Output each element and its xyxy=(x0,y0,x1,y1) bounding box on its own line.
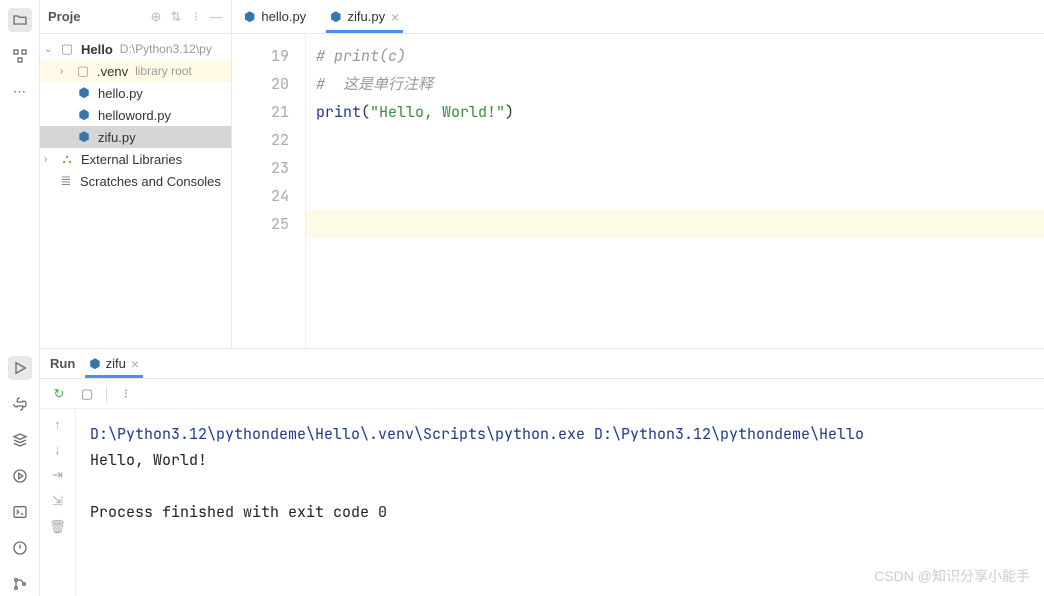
line-number: 20 xyxy=(240,70,289,98)
line-number: 25 xyxy=(240,210,289,238)
console-stdout: Hello, World! xyxy=(90,447,1030,473)
structure-tool-button[interactable] xyxy=(8,44,32,68)
line-number: 21 xyxy=(240,98,289,126)
down-icon[interactable]: ↓ xyxy=(54,442,61,457)
tree-file[interactable]: ⬢ helloword.py xyxy=(40,104,231,126)
tree-label: .venv xyxy=(97,64,128,79)
scroll-icon[interactable]: ⇲ xyxy=(52,493,63,509)
line-number: 23 xyxy=(240,154,289,182)
tab-label: hello.py xyxy=(261,9,306,24)
console-exit: Process finished with exit code 0 xyxy=(90,499,1030,525)
tab-label: zifu.py xyxy=(348,9,386,24)
library-icon: ⛬ xyxy=(59,151,75,167)
terminal-button[interactable] xyxy=(8,500,32,524)
locate-icon[interactable]: ⊕ xyxy=(149,9,163,25)
hide-icon[interactable]: — xyxy=(209,9,223,25)
console-output[interactable]: D:\Python3.12\pythondeme\Hello\.venv\Scr… xyxy=(76,409,1044,596)
wrap-icon[interactable]: ⇥ xyxy=(52,467,63,483)
python-file-icon: ⬢ xyxy=(76,129,92,145)
current-line-highlight xyxy=(306,210,1044,238)
debug-run-button[interactable] xyxy=(8,464,32,488)
folder-icon: ▢ xyxy=(59,41,75,57)
run-tabs: Run ⬢ zifu × xyxy=(40,349,1044,379)
chevron-right-icon: › xyxy=(44,154,56,165)
tree-venv[interactable]: › ▢ .venv library root xyxy=(40,60,231,82)
python-file-icon: ⬢ xyxy=(76,85,92,101)
tree-scratches[interactable]: ≣ Scratches and Consoles xyxy=(40,170,231,192)
separator xyxy=(106,386,107,402)
trash-icon[interactable]: 🗑 xyxy=(49,519,66,535)
tree-external-libs[interactable]: › ⛬ External Libraries xyxy=(40,148,231,170)
tree-label: zifu.py xyxy=(98,130,136,145)
services-button[interactable] xyxy=(8,428,32,452)
tree-file[interactable]: ⬢ hello.py xyxy=(40,82,231,104)
up-icon[interactable]: ↑ xyxy=(54,417,61,432)
run-panel: Run ⬢ zifu × ↻ ▢ ⁝ ↑ ↓ ⇥ ⇲ 🗑 D:\Python3.… xyxy=(40,348,1044,596)
tree-path: D:\Python3.12\py xyxy=(120,42,212,56)
console-gutter: ↑ ↓ ⇥ ⇲ 🗑 xyxy=(40,409,76,596)
line-number: 19 xyxy=(240,42,289,70)
python-file-icon: ⬢ xyxy=(89,356,100,372)
close-icon[interactable]: × xyxy=(391,9,399,25)
code-paren: ) xyxy=(505,102,514,122)
tab-hello[interactable]: ⬢ hello.py xyxy=(232,0,318,33)
tree-label: helloword.py xyxy=(98,108,171,123)
run-tool-button[interactable] xyxy=(8,356,32,380)
stop-button[interactable]: ▢ xyxy=(78,385,96,403)
code-editor[interactable]: 19 20 21 22 23 24 25 # print(c) # 这是单行注释… xyxy=(232,34,1044,348)
main-area: Proje ⊕ ⇅ ⁝ — ⌄ ▢ Hello D:\Python3.12\py… xyxy=(40,0,1044,596)
vcs-button[interactable] xyxy=(8,572,32,596)
line-number: 24 xyxy=(240,182,289,210)
collapse-icon[interactable]: ⁝ xyxy=(189,9,203,25)
code-comment: # print(c) xyxy=(316,46,406,66)
console-command: D:\Python3.12\pythondeme\Hello\.venv\Scr… xyxy=(90,421,1030,447)
console-blank xyxy=(90,473,1030,499)
problems-button[interactable] xyxy=(8,536,32,560)
line-number: 22 xyxy=(240,126,289,154)
line-gutter: 19 20 21 22 23 24 25 xyxy=(232,34,306,348)
python-file-icon: ⬢ xyxy=(330,9,341,25)
chevron-right-icon: › xyxy=(60,66,72,77)
editor-area: ⬢ hello.py ⬢ zifu.py × 19 20 21 22 23 24 xyxy=(232,0,1044,348)
run-tab-zifu[interactable]: ⬢ zifu × xyxy=(89,349,139,378)
tree-label: Scratches and Consoles xyxy=(80,174,221,189)
scratches-icon: ≣ xyxy=(58,173,74,189)
project-tree: ⌄ ▢ Hello D:\Python3.12\py › ▢ .venv lib… xyxy=(40,34,231,196)
code-comment: # 这是单行注释 xyxy=(316,74,433,94)
project-header: Proje ⊕ ⇅ ⁝ — xyxy=(40,0,231,34)
code-string: "Hello, World!" xyxy=(370,102,505,122)
more-tool-button[interactable]: ⋯ xyxy=(8,80,32,104)
tab-zifu[interactable]: ⬢ zifu.py × xyxy=(318,0,411,33)
code-content[interactable]: # print(c) # 这是单行注释 print("Hello, World!… xyxy=(306,34,1044,348)
close-icon[interactable]: × xyxy=(131,356,139,372)
tree-label: hello.py xyxy=(98,86,143,101)
tree-hint: library root xyxy=(135,64,192,78)
python-file-icon: ⬢ xyxy=(76,107,92,123)
chevron-down-icon: ⌄ xyxy=(44,44,56,55)
run-title: Run xyxy=(50,356,75,371)
code-func: print xyxy=(316,102,361,122)
left-tool-rail: ⋯ xyxy=(0,0,40,596)
project-panel: Proje ⊕ ⇅ ⁝ — ⌄ ▢ Hello D:\Python3.12\py… xyxy=(40,0,232,348)
run-tab-label: zifu xyxy=(106,356,126,371)
console-body: ↑ ↓ ⇥ ⇲ 🗑 D:\Python3.12\pythondeme\Hello… xyxy=(40,409,1044,596)
rerun-button[interactable]: ↻ xyxy=(50,385,68,403)
tree-file-selected[interactable]: ⬢ zifu.py xyxy=(40,126,231,148)
expand-icon[interactable]: ⇅ xyxy=(169,9,183,25)
folder-icon: ▢ xyxy=(75,63,91,79)
python-file-icon: ⬢ xyxy=(244,9,255,25)
project-title: Proje xyxy=(48,9,81,24)
editor-tabs: ⬢ hello.py ⬢ zifu.py × xyxy=(232,0,1044,34)
more-button[interactable]: ⁝ xyxy=(117,385,135,403)
code-paren: ( xyxy=(361,102,370,122)
tree-root[interactable]: ⌄ ▢ Hello D:\Python3.12\py xyxy=(40,38,231,60)
run-toolbar: ↻ ▢ ⁝ xyxy=(40,379,1044,409)
tree-label: Hello xyxy=(81,42,113,57)
project-tool-button[interactable] xyxy=(8,8,32,32)
upper-split: Proje ⊕ ⇅ ⁝ — ⌄ ▢ Hello D:\Python3.12\py… xyxy=(40,0,1044,348)
python-console-button[interactable] xyxy=(8,392,32,416)
tree-label: External Libraries xyxy=(81,152,182,167)
